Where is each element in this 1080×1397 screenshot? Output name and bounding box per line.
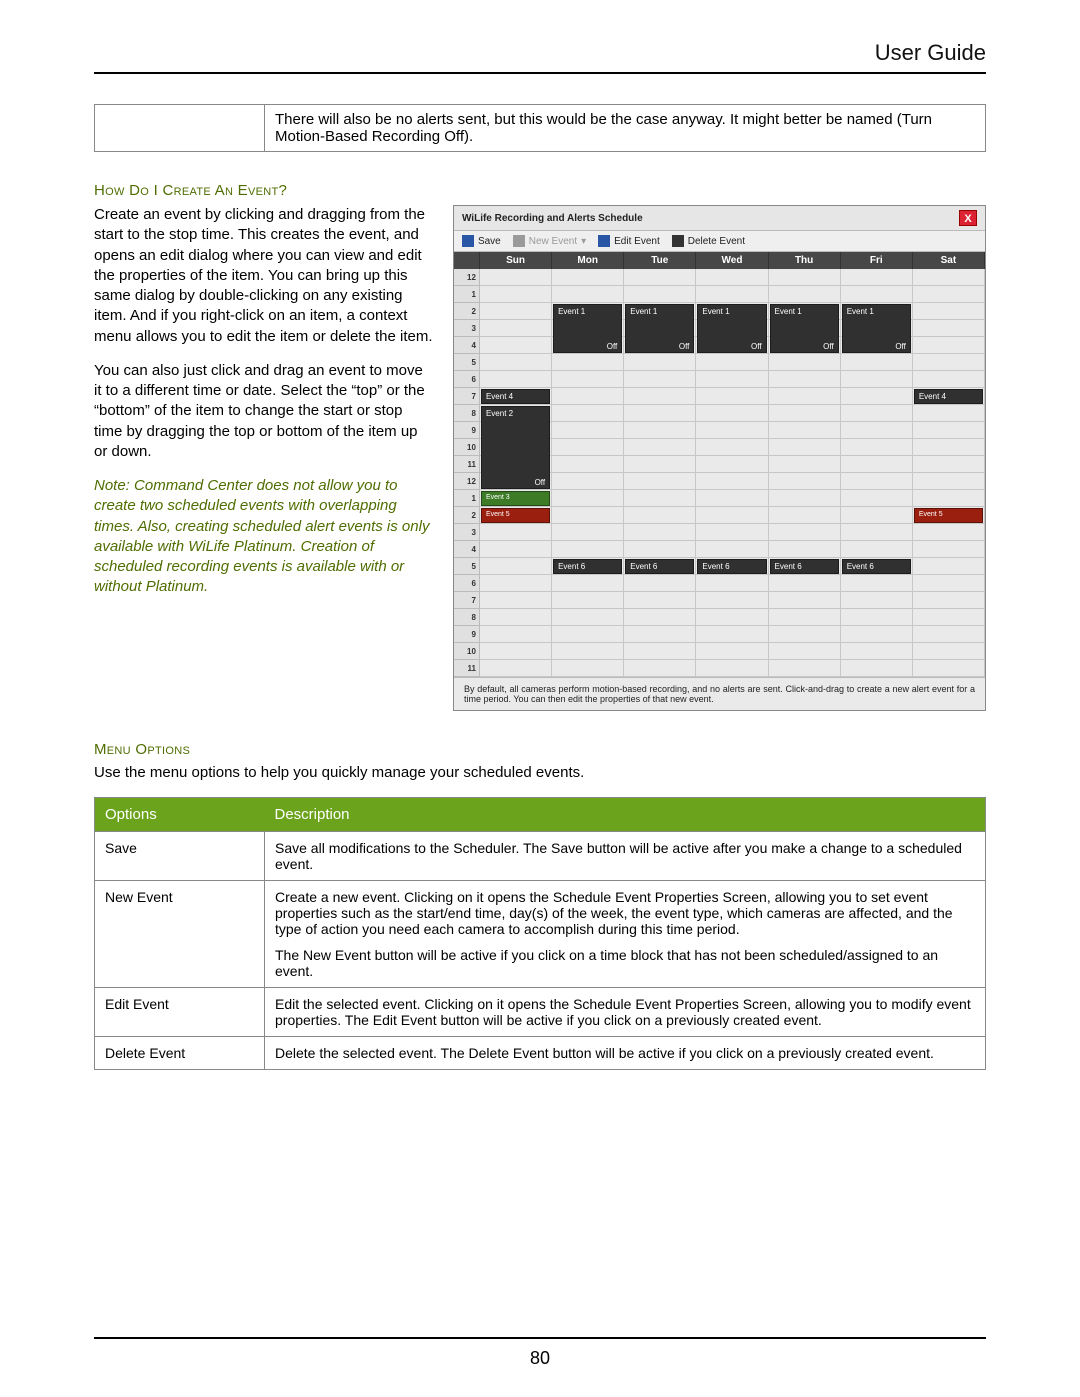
menu-options-table: Options Description Save Save all modifi…: [94, 797, 986, 1070]
calendar-day-column[interactable]: Event 1Off Event 6: [552, 269, 624, 677]
calendar-event[interactable]: Event 1Off: [553, 304, 622, 353]
calendar-event[interactable]: Event 3: [481, 491, 550, 506]
calendar-event[interactable]: Event 6: [697, 559, 766, 574]
save-icon: [462, 235, 474, 247]
calendar-event[interactable]: Event 4: [481, 389, 550, 404]
calendar-event[interactable]: Event 2Off: [481, 406, 550, 489]
option-desc: Edit the selected event. Clicking on it …: [265, 988, 986, 1037]
option-name: New Event: [95, 881, 265, 988]
calendar-day-column[interactable]: Event 1Off Event 6: [841, 269, 913, 677]
table-row: New Event Create a new event. Clicking o…: [95, 881, 986, 988]
option-desc: Delete the selected event. The Delete Ev…: [265, 1037, 986, 1070]
description-column-header: Description: [265, 798, 986, 832]
calendar-event[interactable]: Event 5: [481, 508, 550, 523]
option-name: Save: [95, 832, 265, 881]
carryover-note-spacer: [95, 105, 265, 151]
calendar-event[interactable]: Event 4: [914, 389, 983, 404]
calendar-event[interactable]: Event 6: [770, 559, 839, 574]
header-rule: [94, 72, 986, 74]
create-event-para-1: Create an event by clicking and dragging…: [94, 205, 433, 347]
option-desc: Create a new event. Clicking on it opens…: [265, 881, 986, 988]
table-row: Delete Event Delete the selected event. …: [95, 1037, 986, 1070]
section-menu-options-heading: Menu Options: [94, 741, 986, 758]
toolbar-new-event-button[interactable]: New Event ▾: [513, 235, 586, 247]
page-number: 80: [0, 1348, 1080, 1369]
calendar-day-column[interactable]: Event 4 Event 2Off Event 3 Event 5: [480, 269, 552, 677]
calendar-event[interactable]: Event 6: [842, 559, 911, 574]
calendar-grid[interactable]: 121234567891011121234567891011 Event 4Ev…: [454, 269, 985, 677]
calendar-day-column[interactable]: Event 1Off Event 6: [696, 269, 768, 677]
calendar-day-column[interactable]: Event 1Off Event 6: [624, 269, 696, 677]
calendar-event[interactable]: Event 6: [625, 559, 694, 574]
option-desc: Save all modifications to the Scheduler.…: [265, 832, 986, 881]
close-icon[interactable]: X: [959, 210, 977, 226]
calendar-day-header: SunMonTue WedThuFri Sat: [454, 252, 985, 269]
menu-options-intro: Use the menu options to help you quickly…: [94, 764, 986, 781]
carryover-note-row: There will also be no alerts sent, but t…: [94, 104, 986, 152]
schedule-window-title-text: WiLife Recording and Alerts Schedule: [462, 213, 643, 224]
calendar-hour-labels: 121234567891011121234567891011: [454, 269, 480, 677]
calendar-event[interactable]: Event 1Off: [770, 304, 839, 353]
schedule-window-titlebar: WiLife Recording and Alerts Schedule X: [454, 206, 985, 231]
create-event-para-2: You can also just click and drag an even…: [94, 361, 433, 462]
toolbar-edit-event-button[interactable]: Edit Event: [598, 235, 660, 247]
calendar-event[interactable]: Event 1Off: [625, 304, 694, 353]
calendar-event[interactable]: Event 1Off: [842, 304, 911, 353]
delete-event-icon: [672, 235, 684, 247]
carryover-note-text: There will also be no alerts sent, but t…: [265, 105, 985, 151]
header-title: User Guide: [94, 40, 986, 66]
footer-rule: [94, 1337, 986, 1339]
schedule-footer-text: By default, all cameras perform motion-b…: [454, 677, 985, 710]
option-name: Edit Event: [95, 988, 265, 1037]
calendar-day-column[interactable]: Event 4 Event 5: [913, 269, 985, 677]
calendar-event[interactable]: Event 6: [553, 559, 622, 574]
table-row: Save Save all modifications to the Sched…: [95, 832, 986, 881]
calendar-day-column[interactable]: Event 1Off Event 6: [769, 269, 841, 677]
toolbar-delete-event-button[interactable]: Delete Event: [672, 235, 745, 247]
edit-event-icon: [598, 235, 610, 247]
schedule-window-screenshot: WiLife Recording and Alerts Schedule X S…: [453, 205, 986, 711]
section-create-event-heading: How Do I Create An Event?: [94, 182, 986, 199]
calendar-event[interactable]: Event 5: [914, 508, 983, 523]
create-event-note: Note: Command Center does not allow you …: [94, 476, 433, 598]
option-name: Delete Event: [95, 1037, 265, 1070]
new-event-icon: [513, 235, 525, 247]
calendar-event[interactable]: Event 1Off: [697, 304, 766, 353]
schedule-toolbar: Save New Event ▾ Edit Event Delete Event: [454, 231, 985, 252]
toolbar-save-button[interactable]: Save: [462, 235, 501, 247]
options-column-header: Options: [95, 798, 265, 832]
table-row: Edit Event Edit the selected event. Clic…: [95, 988, 986, 1037]
